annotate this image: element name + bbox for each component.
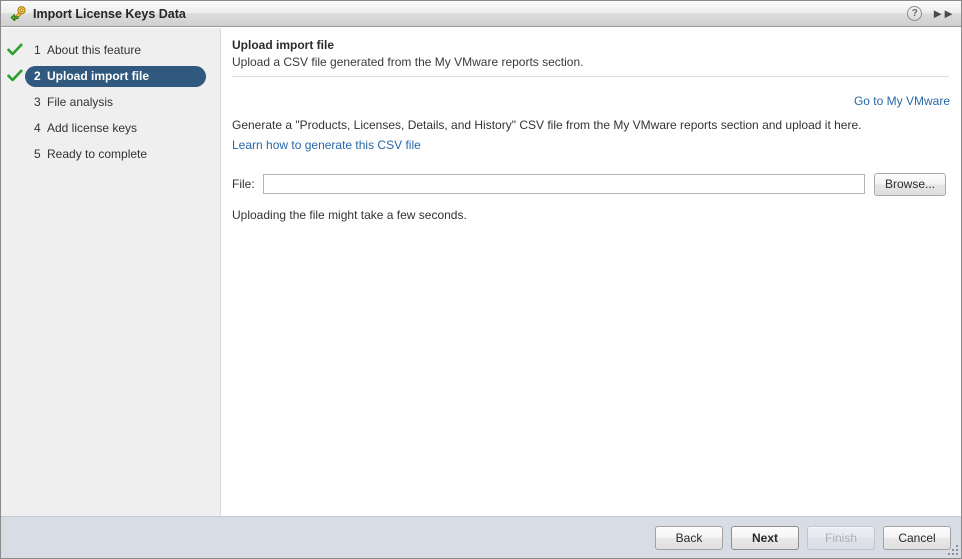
learn-how-to-generate-csv-link[interactable]: Learn how to generate this CSV file: [232, 138, 421, 152]
window-title: Import License Keys Data: [33, 6, 186, 21]
file-label: File:: [232, 177, 255, 191]
step-number: 2: [34, 69, 41, 83]
sidebar-item-about-this-feature[interactable]: 1 About this feature: [5, 37, 216, 63]
wizard-step-list: 1 About this feature 2 Upload import fil…: [1, 28, 220, 167]
sidebar-item-ready-to-complete[interactable]: 5 Ready to complete: [5, 141, 216, 167]
finish-button: Finish: [807, 526, 875, 550]
wizard-step-sidebar: 1 About this feature 2 Upload import fil…: [1, 28, 221, 516]
help-icon[interactable]: ?: [907, 6, 923, 21]
page-subtitle: Upload a CSV file generated from the My …: [232, 55, 584, 69]
resize-grip-icon[interactable]: [947, 544, 959, 556]
dialog-content: 1 About this feature 2 Upload import fil…: [1, 28, 961, 516]
sidebar-item-body: 5 Ready to complete: [25, 144, 157, 165]
sidebar-item-upload-import-file[interactable]: 2 Upload import file: [5, 63, 216, 89]
check-icon: [5, 69, 25, 83]
sidebar-item-body: 4 Add license keys: [25, 118, 147, 139]
step-number: 3: [34, 95, 41, 109]
step-label: Add license keys: [47, 121, 138, 135]
file-upload-row: File: Browse...: [232, 172, 950, 196]
next-button[interactable]: Next: [731, 526, 799, 550]
header-divider: [232, 76, 949, 77]
upload-note: Uploading the file might take a few seco…: [232, 208, 467, 222]
dialog-footer: Back Next Finish Cancel: [1, 516, 961, 558]
step-label: Ready to complete: [47, 147, 148, 161]
check-icon: [5, 43, 25, 57]
title-bar: Import License Keys Data ? ►►: [1, 1, 961, 27]
step-label: File analysis: [47, 95, 114, 109]
footer-button-group: Back Next Finish Cancel: [655, 526, 951, 550]
title-bar-actions: ? ►►: [907, 6, 955, 21]
step-number: 5: [34, 147, 41, 161]
sidebar-item-body: 2 Upload import file: [25, 65, 206, 87]
step-label: Upload import file: [47, 69, 149, 83]
instructions-text: Generate a "Products, Licenses, Details,…: [232, 118, 862, 132]
sidebar-item-body: 3 File analysis: [25, 92, 123, 113]
browse-button[interactable]: Browse...: [874, 172, 946, 196]
import-license-keys-dialog: Import License Keys Data ? ►► 1 About th…: [0, 0, 962, 559]
page-title: Upload import file: [232, 38, 334, 52]
back-button[interactable]: Back: [655, 526, 723, 550]
cancel-button[interactable]: Cancel: [883, 526, 951, 550]
step-number: 1: [34, 43, 41, 57]
step-label: About this feature: [47, 43, 142, 57]
file-path-input[interactable]: [263, 174, 865, 194]
sidebar-item-file-analysis[interactable]: 3 File analysis: [5, 89, 216, 115]
go-to-my-vmware-link[interactable]: Go to My VMware: [854, 94, 950, 108]
sidebar-item-body: 1 About this feature: [25, 40, 151, 61]
step-number: 4: [34, 121, 41, 135]
key-import-icon: [9, 5, 27, 23]
main-pane: Upload import file Upload a CSV file gen…: [222, 28, 961, 516]
sidebar-item-add-license-keys[interactable]: 4 Add license keys: [5, 115, 216, 141]
double-chevron-right-icon[interactable]: ►►: [931, 7, 955, 20]
